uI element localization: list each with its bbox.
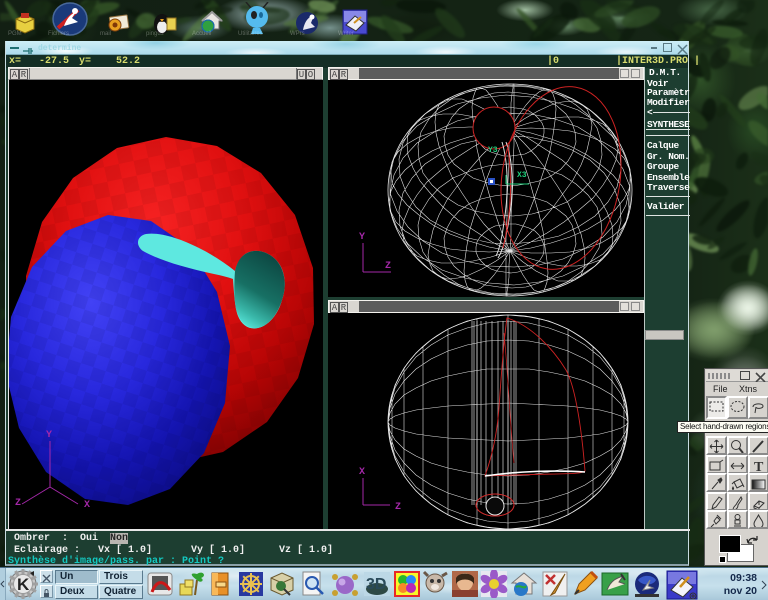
svg-text:Z: Z [395, 502, 401, 513]
svg-text:T: T [754, 460, 764, 474]
svg-text:Y: Y [359, 232, 365, 243]
svg-text:X3: X3 [517, 171, 527, 180]
svg-text:Y: Y [46, 430, 52, 441]
svg-text:X: X [359, 467, 365, 478]
svg-text:K: K [17, 575, 30, 594]
svg-text:Z: Z [385, 261, 391, 272]
svg-text:Z: Z [15, 498, 21, 509]
svg-text:Y3: Y3 [488, 146, 498, 155]
svg-text:X: X [84, 500, 90, 511]
svg-text:3D: 3D [366, 576, 386, 593]
